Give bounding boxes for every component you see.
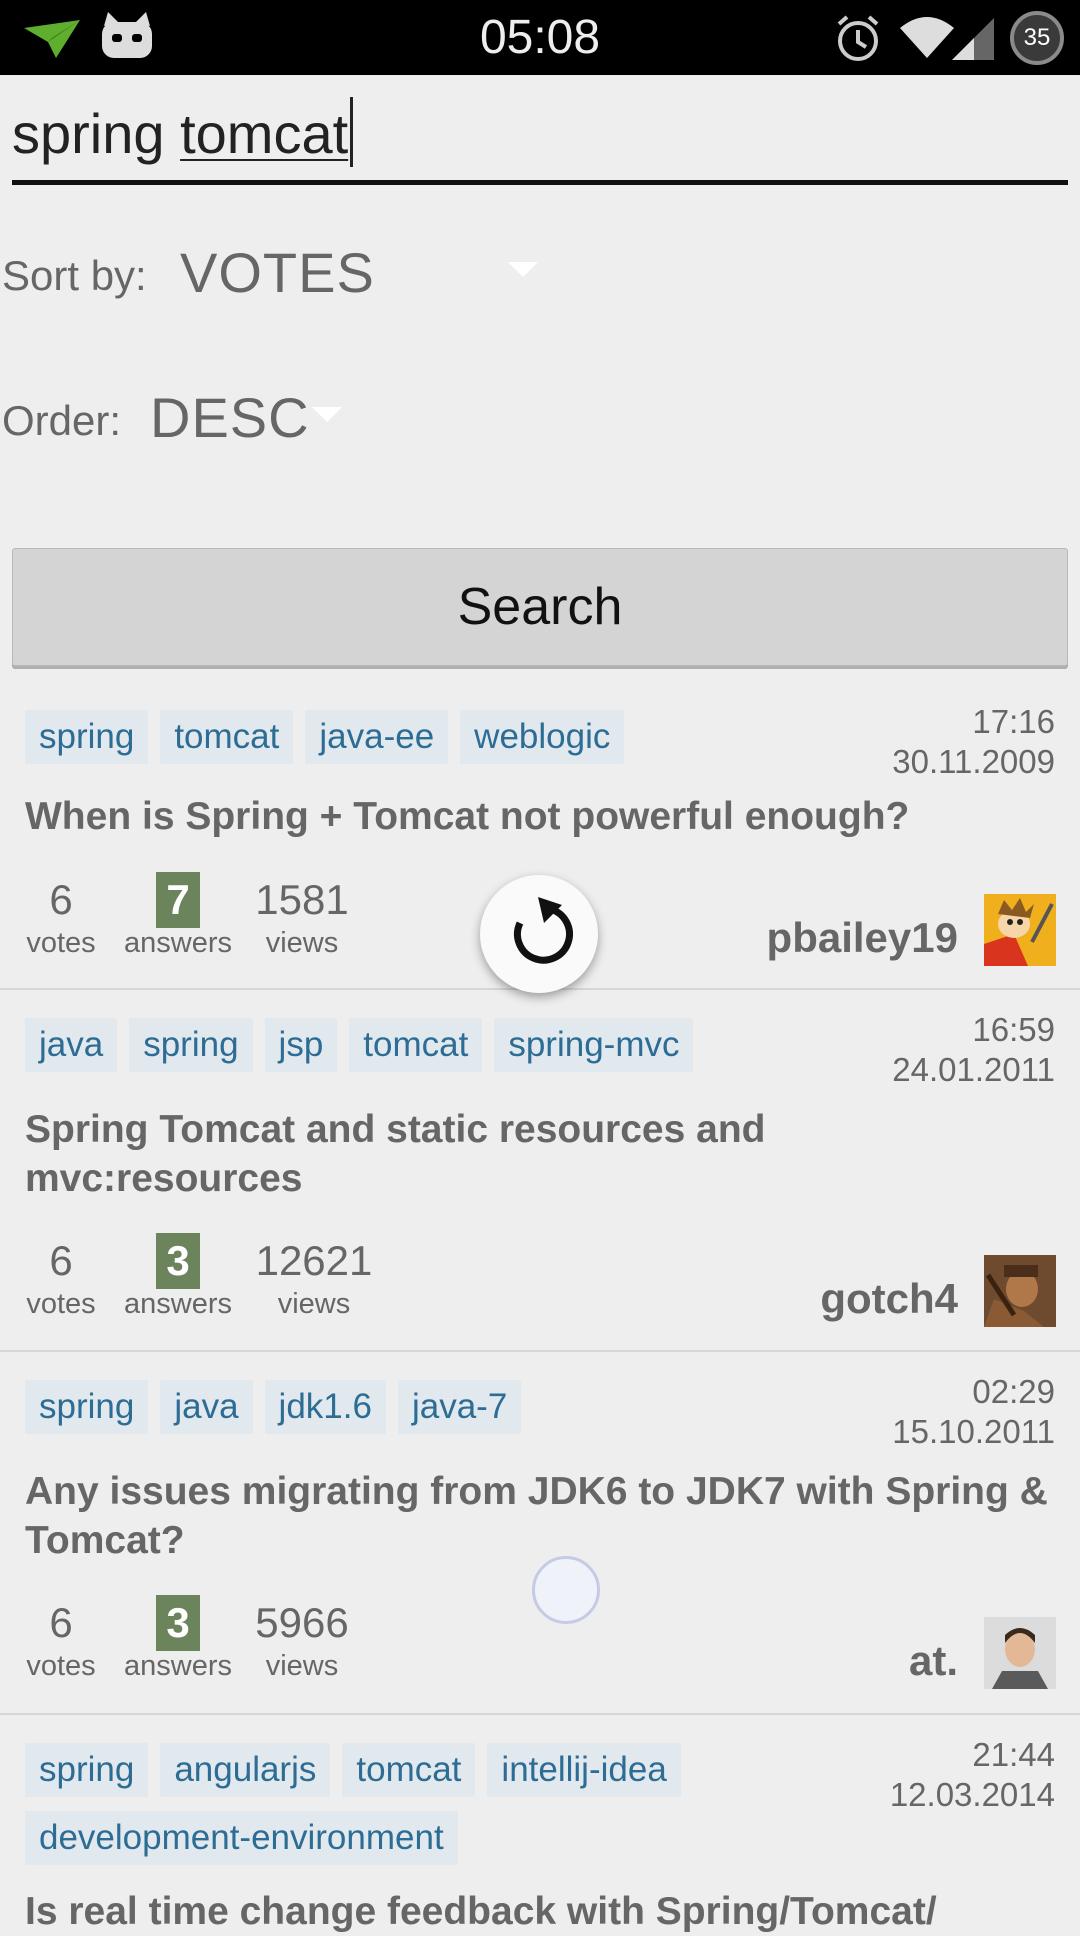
views-stat: 1581 views bbox=[244, 872, 360, 958]
tag-list: spring java jdk1.6 java-7 bbox=[25, 1380, 865, 1448]
tag[interactable]: java bbox=[160, 1380, 253, 1434]
touch-indicator bbox=[532, 1556, 600, 1624]
avatar[interactable] bbox=[984, 894, 1056, 966]
question-title-line: Spring Tomcat and static resources and bbox=[25, 1108, 766, 1151]
post-datetime: 02:29 15.10.2011 bbox=[892, 1372, 1055, 1452]
tag[interactable]: java-ee bbox=[305, 710, 449, 764]
votes-stat: 6 votes bbox=[18, 1233, 104, 1319]
result-item[interactable]: java spring jsp tomcat spring-mvc 16:59 24.0… bbox=[0, 990, 1080, 1352]
views-stat: 12621 views bbox=[244, 1233, 384, 1319]
views-label: views bbox=[265, 927, 339, 959]
order-value: DESC bbox=[150, 386, 310, 449]
question-title[interactable]: Spring Tomcat and static resources and m… bbox=[25, 1105, 1065, 1203]
tag[interactable]: weblogic bbox=[460, 710, 625, 764]
alarm-icon bbox=[837, 15, 879, 61]
answers-label: answers bbox=[124, 1288, 232, 1320]
tag[interactable]: java bbox=[25, 1018, 118, 1072]
result-item[interactable]: spring angularjs tomcat intellij-idea develo… bbox=[0, 1715, 1080, 1933]
votes-label: votes bbox=[26, 1650, 96, 1682]
search-text-word: tomcat bbox=[180, 102, 349, 165]
refresh-button[interactable] bbox=[480, 875, 598, 993]
tag[interactable]: jsp bbox=[264, 1018, 338, 1072]
votes-stat: 6 votes bbox=[18, 872, 104, 958]
answers-label: answers bbox=[124, 927, 232, 959]
tag[interactable]: spring bbox=[25, 710, 149, 764]
answers-badge: 7 bbox=[156, 872, 200, 928]
post-time: 21:44 bbox=[972, 1736, 1055, 1773]
post-date: 15.10.2011 bbox=[892, 1413, 1055, 1450]
search-input[interactable]: spring tomcat bbox=[12, 85, 1068, 185]
tag[interactable]: angularjs bbox=[160, 1743, 331, 1797]
question-title-line: mvc:resources bbox=[25, 1157, 303, 1200]
votes-count: 6 bbox=[49, 1599, 73, 1646]
user-name[interactable]: pbailey19 bbox=[767, 914, 958, 962]
result-item[interactable]: spring java jdk1.6 java-7 02:29 15.10.2011 … bbox=[0, 1352, 1080, 1715]
votes-count: 6 bbox=[49, 876, 73, 923]
tag[interactable]: tomcat bbox=[349, 1018, 483, 1072]
sort-chevron-down-icon bbox=[508, 262, 538, 277]
tag[interactable]: spring bbox=[25, 1743, 149, 1797]
votes-label: votes bbox=[26, 927, 96, 959]
search-button[interactable]: Search bbox=[12, 548, 1068, 666]
tag[interactable]: tomcat bbox=[342, 1743, 476, 1797]
tag-list: spring angularjs tomcat intellij-idea develo… bbox=[25, 1743, 865, 1879]
votes-count: 6 bbox=[49, 1237, 73, 1284]
answers-label: answers bbox=[124, 1650, 232, 1682]
sort-value: VOTES bbox=[180, 241, 375, 304]
post-datetime: 16:59 24.01.2011 bbox=[892, 1010, 1055, 1090]
order-label: Order: bbox=[2, 397, 122, 444]
votes-label: votes bbox=[26, 1288, 96, 1320]
votes-stat: 6 votes bbox=[18, 1595, 104, 1681]
tag-list: java spring jsp tomcat spring-mvc bbox=[25, 1018, 865, 1086]
views-label: views bbox=[265, 1650, 339, 1682]
avatar[interactable] bbox=[984, 1255, 1056, 1327]
answers-badge: 3 bbox=[156, 1595, 200, 1651]
post-time: 16:59 bbox=[972, 1011, 1055, 1048]
question-title[interactable]: Any issues migrating from JDK6 to JDK7 w… bbox=[25, 1467, 1065, 1565]
question-title[interactable]: When is Spring + Tomcat not powerful eno… bbox=[25, 792, 1065, 841]
answers-stat: 7 answers bbox=[118, 872, 238, 958]
views-stat: 5966 views bbox=[244, 1595, 360, 1681]
refresh-icon bbox=[514, 897, 573, 964]
text-caret bbox=[350, 97, 354, 167]
battery-icon: 35 bbox=[1010, 11, 1064, 65]
tag[interactable]: spring bbox=[129, 1018, 253, 1072]
status-bar: 05:08 35 bbox=[0, 0, 1080, 75]
tag[interactable]: spring bbox=[25, 1380, 149, 1434]
answers-badge: 3 bbox=[156, 1233, 200, 1289]
post-date: 12.03.2014 bbox=[889, 1776, 1055, 1813]
post-time: 02:29 bbox=[972, 1373, 1055, 1410]
post-date: 30.11.2009 bbox=[892, 743, 1055, 780]
post-datetime: 17:16 30.11.2009 bbox=[892, 702, 1055, 782]
views-count: 12621 bbox=[255, 1237, 373, 1284]
tag[interactable]: development-environment bbox=[25, 1811, 458, 1865]
post-time: 17:16 bbox=[972, 703, 1055, 740]
user-name[interactable]: gotch4 bbox=[820, 1275, 958, 1323]
avatar[interactable] bbox=[984, 1617, 1056, 1689]
tag[interactable]: intellij-idea bbox=[487, 1743, 681, 1797]
post-datetime: 21:44 12.03.2014 bbox=[890, 1735, 1055, 1815]
order-chevron-down-icon bbox=[312, 407, 342, 422]
question-title-line: Tomcat? bbox=[25, 1519, 185, 1562]
post-date: 24.01.2011 bbox=[892, 1051, 1055, 1088]
views-label: views bbox=[277, 1288, 351, 1320]
signal-icon bbox=[952, 18, 994, 60]
tag[interactable]: tomcat bbox=[160, 710, 294, 764]
answers-stat: 3 answers bbox=[118, 1233, 238, 1319]
question-title[interactable]: Is real time change feedback with Spring… bbox=[25, 1887, 1065, 1936]
user-name[interactable]: at. bbox=[909, 1637, 958, 1685]
question-title-line: Any issues migrating from JDK6 to JDK7 w… bbox=[25, 1470, 1048, 1513]
tag-list: spring tomcat java-ee weblogic bbox=[25, 710, 865, 778]
wifi-icon bbox=[900, 17, 954, 58]
answers-stat: 3 answers bbox=[118, 1595, 238, 1681]
tag[interactable]: jdk1.6 bbox=[264, 1380, 386, 1434]
views-count: 1581 bbox=[255, 876, 349, 923]
tag[interactable]: spring-mvc bbox=[494, 1018, 694, 1072]
views-count: 5966 bbox=[255, 1599, 349, 1646]
sort-label: Sort by: bbox=[2, 252, 147, 299]
tag[interactable]: java-7 bbox=[397, 1380, 522, 1434]
search-text-prefix: spring bbox=[12, 102, 165, 165]
